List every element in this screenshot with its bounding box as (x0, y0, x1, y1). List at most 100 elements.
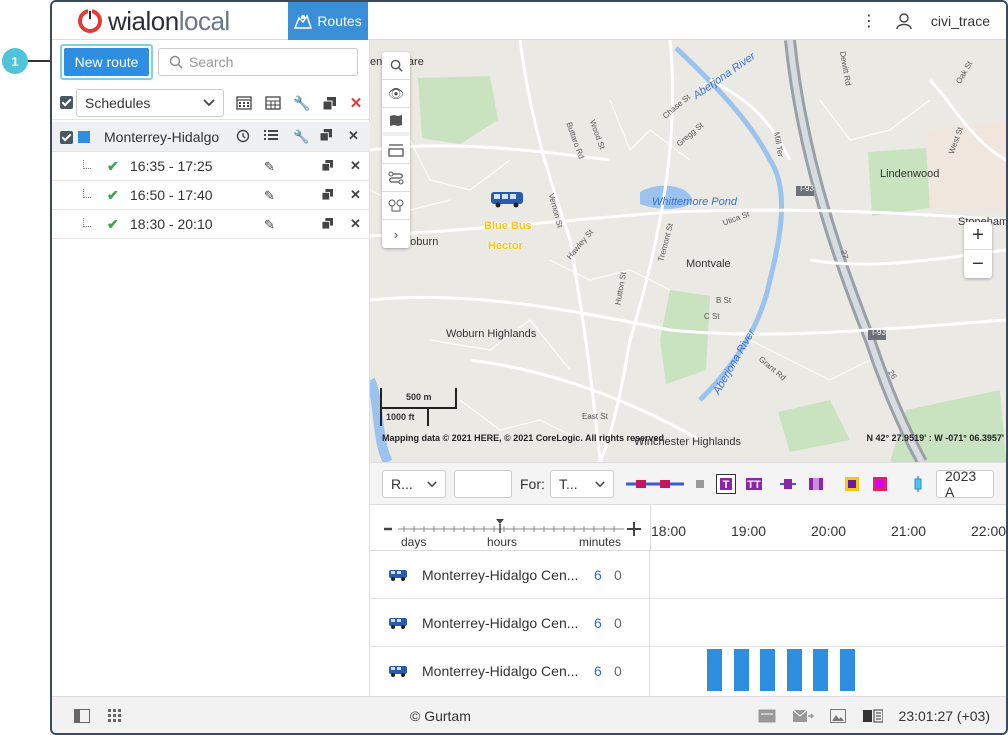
chevron-right-icon[interactable]: › (382, 220, 410, 248)
search-box (158, 48, 358, 76)
timeline-row-info: Monterrey-Hidalgo Cen... 6 0 (370, 599, 650, 647)
group-checkbox[interactable] (60, 131, 73, 144)
text-marker-icon[interactable]: T (716, 474, 736, 494)
map[interactable]: Blue Bus Hector ent Square Lindenwood Mo… (370, 40, 1006, 462)
zoom-in-button[interactable]: + (964, 222, 992, 250)
square-gray-icon[interactable] (692, 476, 708, 492)
copy-icon[interactable] (321, 188, 333, 203)
route-group-row[interactable]: Monterrey-Hidalgo 🔧 ✕ (52, 122, 370, 152)
schedule-time: 16:50 - 17:40 (130, 187, 213, 203)
select-all-checkbox[interactable] (60, 96, 73, 109)
date-input[interactable]: 2023 A (936, 468, 994, 500)
waypoints-icon[interactable] (382, 192, 410, 220)
highway-shield-label: I-93 (872, 328, 886, 337)
edit-pencil-icon[interactable]: ✎ (264, 188, 275, 204)
wrench-icon[interactable]: 🔧 (293, 94, 311, 112)
chevron-down-icon (427, 480, 437, 487)
timeline-bar[interactable] (813, 649, 828, 691)
delete-icon[interactable]: ✕ (350, 187, 361, 203)
timeline-type-value: R... (391, 476, 413, 492)
username[interactable]: civi_trace (931, 13, 990, 29)
user-icon[interactable] (895, 12, 913, 30)
timeline-type-select[interactable]: R... (382, 470, 446, 498)
logo-mark-icon (78, 9, 102, 33)
callout-number: 1 (11, 53, 19, 69)
panel-toggle-icon[interactable] (74, 709, 90, 723)
copy-icon[interactable] (321, 159, 333, 174)
copy-icon[interactable] (319, 129, 332, 144)
delete-icon[interactable]: ✕ (348, 128, 359, 144)
timeline-row[interactable]: Monterrey-Hidalgo Cen... 6 0 (370, 599, 1006, 647)
timeline-row-count-secondary: 0 (614, 615, 622, 631)
timeline-row-name: Monterrey-Hidalgo Cen... (422, 663, 579, 679)
bus-icon (389, 666, 407, 677)
text-marker-alt-icon[interactable]: TT (744, 476, 764, 492)
edit-pencil-icon[interactable]: ✎ (264, 217, 275, 233)
edit-pencil-icon[interactable]: ✎ (264, 159, 275, 175)
calendar-icon[interactable] (235, 94, 253, 112)
highway-shield-label: I-93 (800, 184, 814, 193)
map-place-label: Lindenwood (880, 168, 940, 180)
timeline-value-input[interactable] (454, 470, 512, 498)
timeline-row[interactable]: Monterrey-Hidalgo Cen... 6 0 (370, 551, 1006, 599)
group-name: Monterrey-Hidalgo (104, 129, 220, 145)
schedule-row[interactable]: ✔ 16:50 - 17:40 ✎ ✕ (52, 181, 370, 210)
map-search-icon[interactable] (382, 52, 410, 80)
ruler-icon[interactable] (382, 136, 410, 164)
candle-icon[interactable] (910, 476, 926, 492)
filter-select[interactable]: Schedules (76, 89, 224, 117)
eye-icon[interactable]: 👁 (382, 80, 410, 108)
check-icon: ✔ (107, 187, 119, 203)
more-menu-icon[interactable]: ⋮ (861, 11, 877, 31)
unit-label: Blue Bus (484, 220, 532, 232)
messages-icon[interactable] (792, 709, 814, 723)
map-street-label: East St (582, 412, 608, 421)
notifications-icon[interactable] (758, 709, 776, 723)
image-icon[interactable] (830, 709, 846, 723)
schedule-row[interactable]: ✔ 18:30 - 20:10 ✎ ✕ (52, 210, 370, 239)
scale-label-minutes: minutes (579, 535, 622, 549)
route-path-icon[interactable] (382, 164, 410, 192)
delete-icon[interactable]: ✕ (347, 94, 365, 112)
timeline-toolbar: R... For: T... T TT 2023 A (370, 463, 1006, 505)
delete-icon[interactable]: ✕ (350, 158, 361, 174)
timeline-bar[interactable] (734, 649, 749, 691)
map-background (370, 40, 1006, 462)
map-water-label: Whittemore Pond (652, 196, 737, 208)
header-right: ⋮ civi_trace (861, 2, 990, 40)
schedule-time: 16:35 - 17:25 (130, 158, 213, 174)
stop-marker-icon[interactable] (808, 476, 824, 492)
event-marker-icon[interactable] (780, 476, 796, 492)
apps-grid-icon[interactable] (108, 709, 122, 723)
tab-routes[interactable]: Routes (288, 2, 368, 40)
history-icon[interactable] (236, 129, 250, 146)
copy-icon[interactable] (320, 94, 338, 112)
track-line-icon[interactable] (626, 476, 684, 492)
magenta-marker-icon[interactable] (872, 476, 888, 492)
table-icon[interactable] (264, 94, 282, 112)
wrench-icon[interactable]: 🔧 (293, 129, 309, 145)
bus-icon (389, 570, 407, 581)
timeline-scale[interactable]: days hours minutes (370, 505, 650, 551)
scale-label-days: days (401, 535, 427, 549)
new-route-button[interactable]: New route (64, 48, 149, 76)
timeline-bar[interactable] (760, 649, 775, 691)
search-input[interactable] (189, 54, 349, 70)
map-layers-icon[interactable] (382, 108, 410, 136)
timeline-period-select[interactable]: T... (550, 470, 614, 498)
schedule-row[interactable]: ✔ 16:35 - 17:25 ✎ ✕ (52, 152, 370, 181)
delete-icon[interactable]: ✕ (350, 216, 361, 232)
timeline-bar[interactable] (787, 649, 802, 691)
yellow-marker-icon[interactable] (844, 476, 860, 492)
zoom-out-button[interactable]: − (964, 250, 992, 278)
timeline-row[interactable]: Monterrey-Hidalgo Cen... 6 0 (370, 647, 1006, 697)
reader-icon[interactable] (863, 709, 883, 723)
list-icon[interactable] (264, 129, 278, 144)
app-window: wialonlocal Routes ⋮ civi_trace New rout… (50, 0, 1008, 735)
map-place-label: Montvale (686, 258, 731, 270)
timeline-bar[interactable] (707, 649, 722, 691)
timeline-bar[interactable] (840, 649, 855, 691)
tree-connector (83, 189, 91, 198)
copy-icon[interactable] (321, 217, 333, 232)
bus-marker-icon[interactable] (490, 190, 524, 208)
